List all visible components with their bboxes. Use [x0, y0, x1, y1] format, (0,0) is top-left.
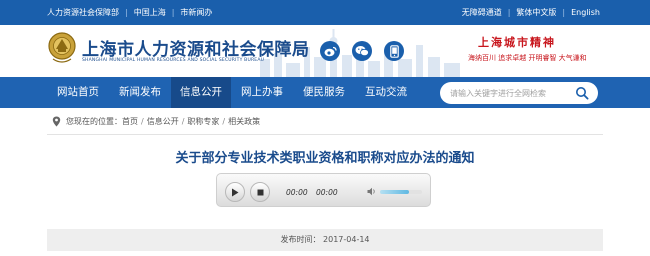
site-header: 上海市人力资源和社会保障局 SHANGHAI MUNICIPAL HUMAN R…: [0, 25, 650, 77]
breadcrumb-item-title-experts[interactable]: 职称专家: [187, 116, 219, 127]
search-icon[interactable]: [575, 86, 589, 100]
nav-item-info-disclosure[interactable]: 信息公开: [171, 77, 231, 108]
divider: |: [171, 8, 175, 17]
weibo-icon[interactable]: [320, 41, 340, 61]
breadcrumb-item-related-policies[interactable]: 相关政策: [228, 116, 260, 127]
nav-item-home[interactable]: 网站首页: [47, 77, 109, 108]
divider: |: [125, 8, 128, 17]
link-news-office[interactable]: 市新闻办: [180, 7, 212, 18]
volume-icon[interactable]: [367, 187, 376, 196]
divider: |: [507, 8, 511, 17]
play-icon: [232, 188, 239, 196]
stop-icon: [257, 189, 263, 195]
top-bar-left-links: 人力资源社会保障部 | 中国上海 | 市新闻办: [47, 0, 212, 25]
site-subtitle: SHANGHAI MUNICIPAL HUMAN RESOURCES AND S…: [82, 58, 265, 63]
link-china-shanghai[interactable]: 中国上海: [134, 7, 166, 18]
publish-date: 2017-04-14: [323, 235, 370, 244]
breadcrumb-item-info-disclosure[interactable]: 信息公开: [147, 116, 179, 127]
city-spirit-slogan: 海纳百川 追求卓越 开明睿智 大气谦和: [468, 54, 587, 62]
bureau-emblem-logo[interactable]: [47, 31, 77, 65]
breadcrumb-label: 您现在的位置：: [66, 116, 122, 126]
play-button[interactable]: [225, 182, 245, 202]
link-english[interactable]: English: [571, 8, 600, 17]
city-spirit-title: 上海城市精神: [478, 36, 556, 49]
publish-label: 发布时间：: [280, 235, 321, 244]
volume-slider[interactable]: [380, 190, 422, 194]
volume-slider-fill: [380, 190, 410, 194]
breadcrumb: 您现在的位置： 首页 / 信息公开 / 职称专家 / 相关政策: [52, 114, 260, 128]
top-bar: 人力资源社会保障部 | 中国上海 | 市新闻办 无障碍通道 | 繁体中文版 | …: [0, 0, 650, 25]
divider: |: [562, 8, 566, 17]
breadcrumb-separator: /: [222, 116, 226, 126]
site-title: 上海市人力资源和社会保障局: [82, 40, 310, 60]
link-accessibility[interactable]: 无障碍通道: [462, 7, 502, 18]
location-pin-icon: [52, 116, 61, 126]
top-bar-right-links: 无障碍通道 | 繁体中文版 | English: [462, 0, 600, 25]
stop-button[interactable]: [250, 182, 270, 202]
duration-time: 00:00: [316, 188, 338, 197]
nav-item-online-services[interactable]: 网上办事: [231, 77, 293, 108]
link-mohrss[interactable]: 人力资源社会保障部: [47, 7, 119, 18]
content-divider: [47, 134, 603, 135]
current-time: 00:00: [286, 188, 308, 197]
nav-item-public-services[interactable]: 便民服务: [293, 77, 355, 108]
breadcrumb-separator: /: [181, 116, 185, 126]
search-input[interactable]: [450, 85, 570, 101]
breadcrumb-separator: /: [141, 116, 144, 126]
wechat-icon[interactable]: [352, 41, 372, 61]
search-box: [440, 82, 598, 104]
article-title: 关于部分专业技术类职业资格和职称对应办法的通知: [175, 151, 475, 166]
audio-player: 00:00 00:00: [216, 173, 431, 207]
nav-items: 网站首页 新闻发布 信息公开 网上办事 便民服务 互动交流: [47, 77, 417, 108]
publish-meta: 发布时间： 2017-04-14: [47, 229, 603, 251]
mobile-icon[interactable]: [384, 41, 404, 61]
nav-item-interaction[interactable]: 互动交流: [355, 77, 417, 108]
nav-item-news[interactable]: 新闻发布: [109, 77, 171, 108]
breadcrumb-item-home[interactable]: 首页: [122, 116, 138, 127]
link-traditional-chinese[interactable]: 繁体中文版: [516, 7, 556, 18]
